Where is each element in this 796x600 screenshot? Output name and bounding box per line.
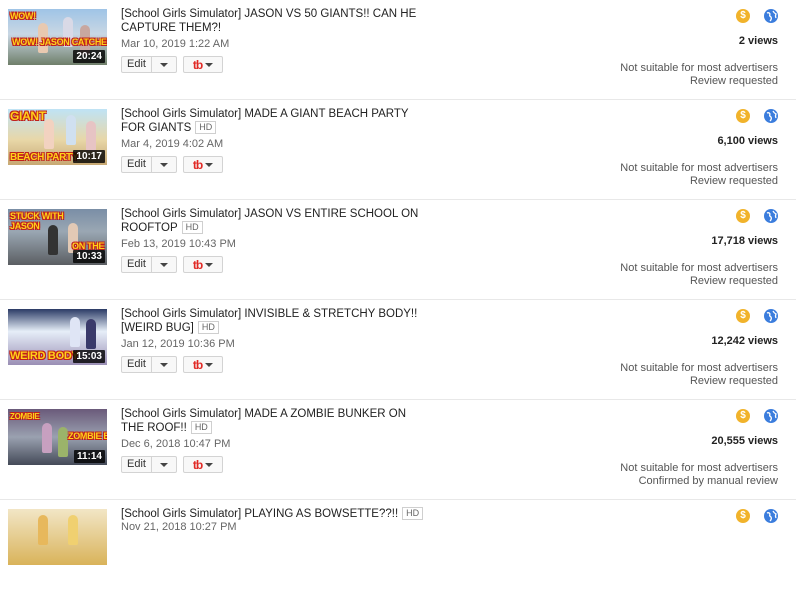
chevron-down-icon — [205, 62, 214, 67]
globe-icon[interactable] — [764, 209, 778, 223]
view-count: 6,100 views — [717, 135, 778, 147]
thumbnail-caption: WOW! JASON CATCHES GIANTS — [12, 37, 107, 47]
view-count: 12,242 views — [711, 335, 778, 347]
edit-button[interactable]: Edit — [122, 257, 152, 272]
tubebuddy-menu-button[interactable]: tb — [183, 456, 223, 473]
ad-suitability-status: Not suitable for most advertisers — [620, 62, 778, 74]
review-status: Review requested — [689, 175, 778, 187]
ad-suitability-status: Not suitable for most advertisers — [620, 462, 778, 474]
review-status: Confirmed by manual review — [638, 475, 778, 487]
ad-suitability-status: Not suitable for most advertisers — [620, 162, 778, 174]
video-thumbnail[interactable]: STUCK WITH JASON ON THE 10:33 — [8, 209, 107, 265]
video-date: Mar 4, 2019 4:02 AM — [121, 138, 224, 150]
chevron-down-icon — [160, 462, 168, 467]
video-duration: 10:17 — [73, 150, 105, 163]
video-thumbnail[interactable]: ZOMBIE ZOMBIE BUNKER 11:14 — [8, 409, 107, 465]
tubebuddy-logo-icon: tb — [192, 257, 203, 272]
tubebuddy-logo-icon: tb — [192, 157, 203, 172]
review-status: Review requested — [689, 375, 778, 387]
edit-button-group: Edit — [121, 356, 177, 373]
video-thumbnail[interactable]: GIANT BEACH PARTY 10:17 — [8, 109, 107, 165]
video-duration: 15:03 — [73, 350, 105, 363]
edit-menu-button[interactable] — [152, 57, 176, 72]
review-status: Review requested — [689, 275, 778, 287]
hd-badge: HD — [190, 421, 212, 434]
ad-suitability-status: Not suitable for most advertisers — [620, 262, 778, 274]
edit-menu-button[interactable] — [152, 157, 176, 172]
edit-button-group: Edit — [121, 456, 177, 473]
video-title[interactable]: [School Girls Simulator] JASON VS ENTIRE… — [121, 207, 431, 235]
globe-icon[interactable] — [764, 9, 778, 23]
video-title[interactable]: [School Girls Simulator] INVISIBLE & STR… — [121, 307, 431, 335]
edit-button-group: Edit — [121, 256, 177, 273]
tubebuddy-menu-button[interactable]: tb — [183, 256, 223, 273]
dollar-icon[interactable]: $ — [736, 109, 750, 123]
hd-badge: HD — [195, 121, 217, 134]
video-date: Feb 13, 2019 10:43 PM — [121, 238, 236, 250]
tubebuddy-menu-button[interactable]: tb — [183, 156, 223, 173]
video-date: Nov 21, 2018 10:27 PM — [121, 521, 237, 533]
video-duration: 20:24 — [73, 50, 105, 63]
chevron-down-icon — [205, 162, 214, 167]
video-thumbnail[interactable]: WOW! WOW! JASON CATCHES GIANTS 20:24 — [8, 9, 107, 65]
view-count: 17,718 views — [711, 235, 778, 247]
video-title[interactable]: [School Girls Simulator] MADE A GIANT BE… — [121, 107, 431, 135]
edit-button-group: Edit — [121, 56, 177, 73]
hd-badge: HD — [402, 507, 424, 520]
video-title[interactable]: [School Girls Simulator] PLAYING AS BOWS… — [121, 507, 431, 521]
chevron-down-icon — [160, 62, 168, 67]
tubebuddy-menu-button[interactable]: tb — [183, 56, 223, 73]
video-row: [School Girls Simulator] PLAYING AS BOWS… — [0, 500, 796, 600]
view-count: 20,555 views — [711, 435, 778, 447]
edit-menu-button[interactable] — [152, 257, 176, 272]
chevron-down-icon — [160, 362, 168, 367]
tubebuddy-menu-button[interactable]: tb — [183, 356, 223, 373]
dollar-icon[interactable]: $ — [736, 409, 750, 423]
video-row: GIANT BEACH PARTY 10:17 [School Girls Si… — [0, 100, 796, 200]
globe-icon[interactable] — [764, 409, 778, 423]
chevron-down-icon — [160, 262, 168, 267]
hd-badge: HD — [181, 221, 203, 234]
video-duration: 10:33 — [73, 250, 105, 263]
tubebuddy-logo-icon: tb — [192, 357, 203, 372]
edit-button[interactable]: Edit — [122, 357, 152, 372]
video-title[interactable]: [School Girls Simulator] MADE A ZOMBIE B… — [121, 407, 431, 435]
video-row: WEIRD BODY 15:03 [School Girls Simulator… — [0, 300, 796, 400]
video-row: WOW! WOW! JASON CATCHES GIANTS 20:24 [Sc… — [0, 0, 796, 100]
video-thumbnail[interactable]: WEIRD BODY 15:03 — [8, 309, 107, 365]
video-duration: 11:14 — [73, 450, 105, 463]
video-date: Mar 10, 2019 1:22 AM — [121, 38, 230, 50]
review-status: Review requested — [689, 75, 778, 87]
view-count: 2 views — [738, 35, 778, 47]
chevron-down-icon — [205, 462, 214, 467]
video-thumbnail[interactable] — [8, 509, 107, 565]
dollar-icon[interactable]: $ — [736, 309, 750, 323]
edit-button[interactable]: Edit — [122, 157, 152, 172]
video-title[interactable]: [School Girls Simulator] JASON VS 50 GIA… — [121, 7, 431, 35]
video-row: ZOMBIE ZOMBIE BUNKER 11:14 [School Girls… — [0, 400, 796, 500]
dollar-icon[interactable]: $ — [736, 209, 750, 223]
video-date: Dec 6, 2018 10:47 PM — [121, 438, 231, 450]
edit-menu-button[interactable] — [152, 457, 176, 472]
tubebuddy-logo-icon: tb — [192, 457, 203, 472]
video-row: STUCK WITH JASON ON THE 10:33 [School Gi… — [0, 200, 796, 300]
ad-suitability-status: Not suitable for most advertisers — [620, 362, 778, 374]
video-date: Jan 12, 2019 10:36 PM — [121, 338, 235, 350]
dollar-icon[interactable]: $ — [736, 509, 750, 523]
tubebuddy-logo-icon: tb — [192, 57, 203, 72]
chevron-down-icon — [160, 162, 168, 167]
edit-button[interactable]: Edit — [122, 57, 152, 72]
edit-menu-button[interactable] — [152, 357, 176, 372]
chevron-down-icon — [205, 362, 214, 367]
globe-icon[interactable] — [764, 309, 778, 323]
dollar-icon[interactable]: $ — [736, 9, 750, 23]
edit-button-group: Edit — [121, 156, 177, 173]
globe-icon[interactable] — [764, 509, 778, 523]
thumbnail-caption: ZOMBIE BUNKER — [68, 431, 107, 441]
edit-button[interactable]: Edit — [122, 457, 152, 472]
globe-icon[interactable] — [764, 109, 778, 123]
chevron-down-icon — [205, 262, 214, 267]
hd-badge: HD — [197, 321, 219, 334]
